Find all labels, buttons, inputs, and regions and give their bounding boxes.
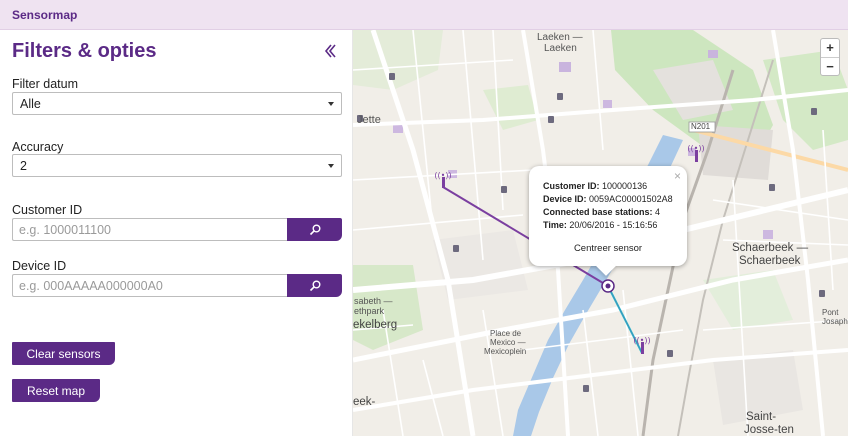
popup-customer-value: 100000136 [602,181,648,191]
device-id-input[interactable] [12,274,287,297]
top-bar: Sensormap [0,0,848,30]
device-search-button[interactable] [287,274,342,297]
svg-text:((•)): ((•)) [633,336,650,345]
filter-date-value: Alle [20,97,41,111]
zoom-control: + − [820,38,840,76]
map-label-pont: Pont [822,308,839,317]
popup-customer-label: Customer ID: [543,181,600,191]
sensor-popup: × Customer ID: 100000136 Device ID: 0059… [529,166,687,276]
accuracy-label: Accuracy [12,140,64,154]
map-label-place-de: Place de [490,329,522,338]
popup-device-value: 0059AC00001502A8 [589,194,673,204]
filter-sidebar: Filters & opties Filter datum Alle Accur… [0,30,353,436]
map-label-josaph: Josaph [822,317,848,326]
svg-text:((•)): ((•)) [434,171,451,180]
popup-stations-row: Connected base stations: 4 [543,207,660,217]
search-icon [309,224,320,235]
accuracy-select[interactable]: 2 [12,154,342,177]
sensor-marker-icon [601,279,615,293]
filter-date-label: Filter datum [12,77,78,91]
map-label-jette: Jette [357,114,381,126]
map-label-saint: Saint- [746,411,777,423]
map-label-mexico: Mexico — [490,338,526,347]
app-title: Sensormap [12,8,78,22]
reset-map-button[interactable]: Reset map [12,379,100,402]
popup-customer-row: Customer ID: 100000136 [543,181,647,191]
map-label-elisabeth: sabeth — [354,296,393,306]
popup-close-button[interactable]: × [674,169,681,183]
base-station-icon: ((•)) [434,171,452,188]
map-label-laeken-nl: Laeken [544,43,577,54]
customer-id-input[interactable] [12,218,287,241]
double-chevron-left-icon [324,44,336,58]
popup-device-label: Device ID: [543,194,587,204]
svg-text:((•)): ((•)) [687,144,704,153]
zoom-out-button[interactable]: − [821,57,839,75]
caret-down-icon [328,164,334,168]
center-sensor-link[interactable]: Centreer sensor [529,243,687,254]
search-icon [309,280,320,291]
map-label-elisabethpark: ethpark [354,306,385,316]
map-label-koekelberg: ekelberg [353,319,398,331]
popup-stations-value: 4 [655,207,661,217]
map-label-josse: Josse-ten [744,424,794,436]
base-station-icon: ((•)) [633,336,651,354]
collapse-sidebar-button[interactable] [322,40,340,62]
caret-down-icon [328,102,334,106]
map-label-schaerbeek: Schaerbeek — [732,242,809,254]
popup-time-label: Time: [543,220,567,230]
popup-time-row: Time: 20/06/2016 - 15:16:56 [543,220,657,230]
map-label-n201: N201 [691,122,711,131]
panel-title: Filters & opties [12,40,157,62]
map-label-mexicoplein: Mexicoplein [484,347,527,356]
clear-sensors-button[interactable]: Clear sensors [12,342,115,365]
accuracy-value: 2 [20,159,27,173]
app-window: Sensormap Filters & opties Filter datum … [0,0,848,436]
map-view[interactable]: ((•)) ((•)) ((•)) Laeken — Laeken Jette … [353,30,848,436]
device-id-label: Device ID [12,259,67,273]
customer-search-button[interactable] [287,218,342,241]
zoom-in-button[interactable]: + [821,39,839,57]
map-label-beek: eek- [353,396,376,408]
filter-date-select[interactable]: Alle [12,92,342,115]
popup-stations-label: Connected base stations: [543,207,653,217]
map-label-laeken: Laeken — [537,32,583,43]
popup-time-value: 20/06/2016 - 15:16:56 [569,220,658,230]
map-label-schaerbeek-nl: Schaerbeek [739,255,801,267]
customer-id-label: Customer ID [12,203,83,217]
popup-device-row: Device ID: 0059AC00001502A8 [543,194,673,204]
